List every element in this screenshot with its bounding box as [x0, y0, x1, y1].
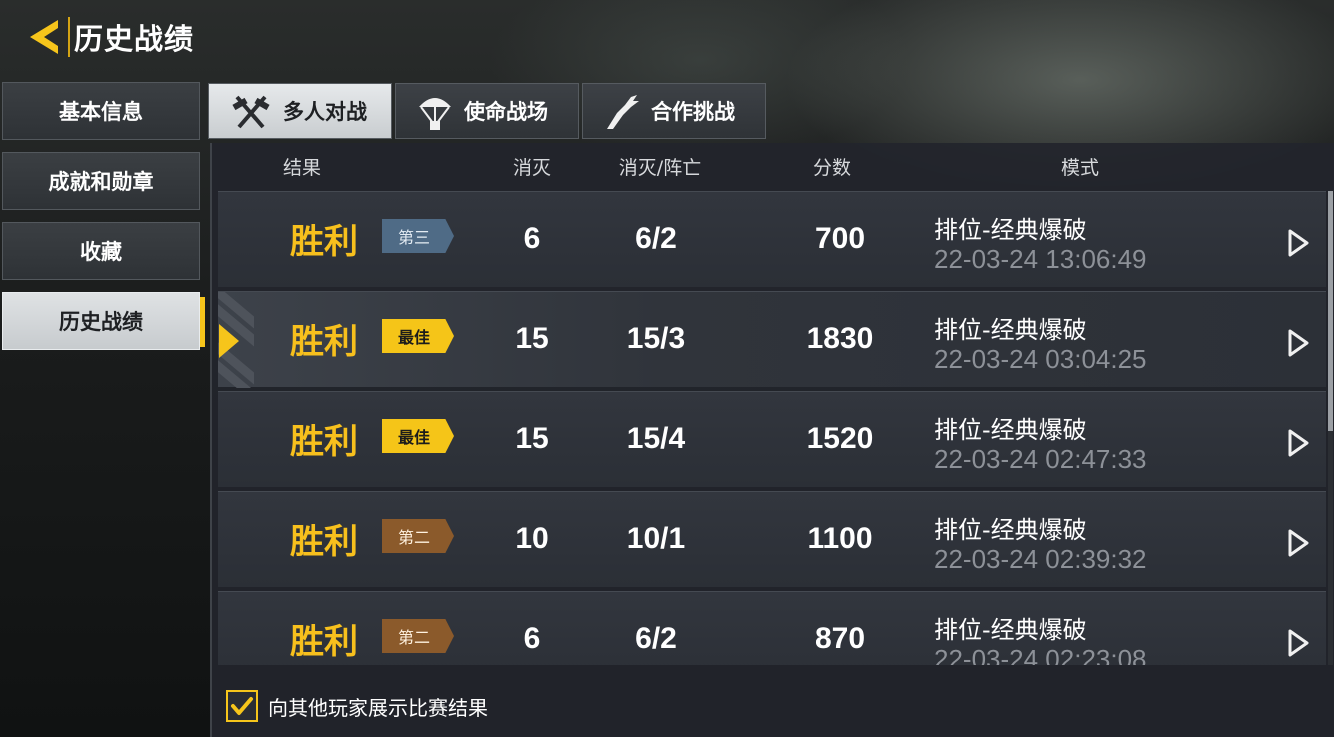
- match-row[interactable]: 胜利 第二 6 6/2 870 排位-经典爆破 22-03-24 02:23:0…: [218, 591, 1326, 665]
- tab-multiplayer[interactable]: 多人对战: [208, 83, 392, 139]
- footer: 向其他玩家展示比赛结果: [226, 689, 488, 723]
- match-result: 胜利: [290, 322, 358, 362]
- score-value: 870: [814, 622, 866, 655]
- kd-value: 6/2: [635, 622, 677, 655]
- score-value: 1830: [806, 322, 874, 355]
- sidebar-item-achievements[interactable]: 成就和勋章: [2, 152, 200, 210]
- column-header-kd: 消灭/阵亡: [618, 157, 702, 179]
- score-value: 1520: [806, 422, 874, 455]
- sidebar-item-label: 成就和勋章: [48, 170, 154, 194]
- rank-badge: 第二: [382, 519, 454, 553]
- column-header-kills: 消灭: [512, 157, 552, 179]
- play-arrow-icon[interactable]: [1286, 628, 1310, 658]
- tab-coop-challenge[interactable]: 合作挑战: [582, 83, 766, 139]
- scrollbar[interactable]: [1328, 191, 1333, 665]
- match-time: 22-03-24 02:23:08: [934, 644, 1147, 665]
- match-row-selected[interactable]: 胜利 最佳 15 15/3 1830 排位-经典爆破 22-03-24 03:0…: [218, 291, 1326, 388]
- sidebar-item-label: 历史战绩: [59, 310, 143, 334]
- play-arrow-icon[interactable]: [1286, 328, 1310, 358]
- parachute-icon: [419, 98, 451, 130]
- kills-value: 15: [515, 422, 549, 455]
- match-result: 胜利: [290, 222, 358, 262]
- rank-badge: 第二: [382, 619, 454, 653]
- play-arrow-icon[interactable]: [1286, 528, 1310, 558]
- sidebar-item-basic-info[interactable]: 基本信息: [2, 82, 200, 140]
- match-result: 胜利: [290, 522, 358, 562]
- match-time: 22-03-24 13:06:49: [934, 244, 1147, 274]
- checkmark-icon: [231, 697, 253, 715]
- tab-label: 合作挑战: [651, 100, 735, 124]
- match-mode: 排位-经典爆破: [934, 616, 1087, 644]
- sidebar-item-collection[interactable]: 收藏: [2, 222, 200, 280]
- page-header: 历史战绩: [22, 14, 194, 60]
- column-header-result: 结果: [282, 157, 322, 179]
- header-divider: [68, 17, 70, 57]
- back-arrow-icon: [30, 20, 58, 54]
- checkbox-label[interactable]: 向其他玩家展示比赛结果: [268, 692, 488, 721]
- sidebar-item-match-history[interactable]: 历史战绩: [2, 292, 205, 350]
- crossed-weapons-icon: [232, 95, 270, 129]
- match-list[interactable]: 胜利 第三 6 6/2 700 排位-经典爆破 22-03-24 13:06:4…: [218, 191, 1328, 665]
- column-header-score: 分数: [812, 157, 852, 179]
- tab-battle-royale[interactable]: 使命战场: [395, 83, 579, 139]
- claw-arm-icon: [607, 95, 639, 129]
- sidebar-item-label: 收藏: [80, 240, 122, 264]
- match-time: 22-03-24 03:04:25: [934, 344, 1147, 374]
- score-value: 700: [814, 222, 866, 255]
- kd-value: 15/4: [626, 422, 686, 455]
- kd-value: 15/3: [626, 322, 686, 355]
- selection-arrow-icon: [219, 324, 239, 358]
- tab-label: 多人对战: [283, 100, 367, 124]
- page-title: 历史战绩: [74, 22, 195, 56]
- sidebar-item-label: 基本信息: [59, 100, 143, 124]
- match-mode: 排位-经典爆破: [934, 416, 1087, 444]
- match-row[interactable]: 胜利 第二 10 10/1 1100 排位-经典爆破 22-03-24 02:3…: [218, 491, 1326, 587]
- kills-value: 10: [515, 522, 549, 555]
- match-history-panel: 结果 消灭 消灭/阵亡 分数 模式 胜利 第三 6 6/2 700 排位-经典爆…: [210, 143, 1334, 737]
- back-button[interactable]: [22, 14, 66, 60]
- score-value: 1100: [807, 522, 873, 555]
- match-row[interactable]: 胜利 最佳 15 15/4 1520 排位-经典爆破 22-03-24 02:4…: [218, 391, 1326, 487]
- rank-badge: 最佳: [382, 319, 454, 353]
- active-indicator: [200, 297, 205, 347]
- column-header-mode: 模式: [1060, 157, 1100, 179]
- rank-badge: 最佳: [382, 419, 454, 453]
- match-mode: 排位-经典爆破: [934, 516, 1087, 544]
- kd-value: 10/1: [626, 522, 686, 555]
- scrollbar-thumb[interactable]: [1328, 191, 1333, 431]
- kills-value: 6: [523, 622, 541, 655]
- match-result: 胜利: [290, 622, 358, 662]
- play-arrow-icon[interactable]: [1286, 228, 1310, 258]
- kd-value: 6/2: [635, 222, 677, 255]
- tab-label: 使命战场: [464, 100, 548, 124]
- match-result: 胜利: [290, 422, 358, 462]
- kills-value: 6: [523, 222, 541, 255]
- rank-badge: 第三: [382, 219, 454, 253]
- match-row[interactable]: 胜利 第三 6 6/2 700 排位-经典爆破 22-03-24 13:06:4…: [218, 191, 1326, 287]
- mode-tabs: 多人对战 使命战场 合作挑战: [208, 83, 769, 139]
- match-mode: 排位-经典爆破: [934, 316, 1087, 344]
- kills-value: 15: [515, 322, 549, 355]
- column-headers: 结果 消灭 消灭/阵亡 分数 模式: [212, 143, 1334, 187]
- match-mode: 排位-经典爆破: [934, 216, 1087, 244]
- match-time: 22-03-24 02:47:33: [934, 444, 1147, 474]
- match-time: 22-03-24 02:39:32: [934, 544, 1147, 574]
- play-arrow-icon[interactable]: [1286, 428, 1310, 458]
- show-results-checkbox[interactable]: [226, 690, 258, 722]
